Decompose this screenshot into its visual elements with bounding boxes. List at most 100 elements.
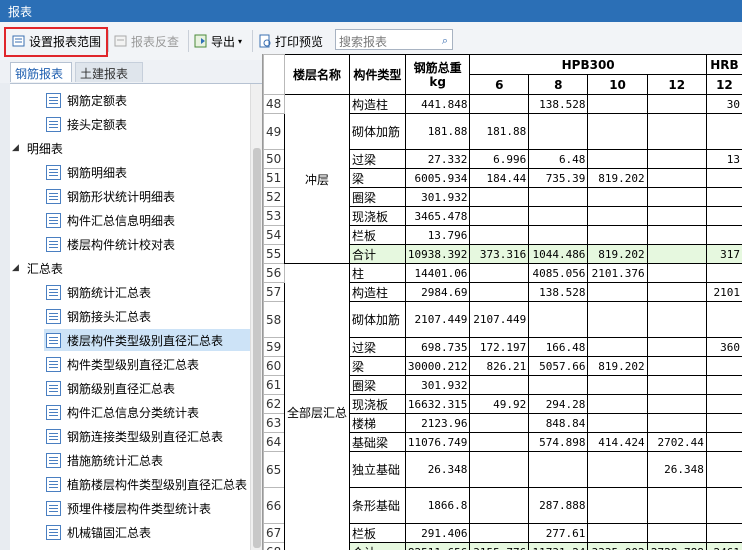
component-type-cell[interactable]: 过梁 — [348, 337, 406, 357]
component-type-cell[interactable]: 合计 — [348, 542, 406, 550]
component-type-cell[interactable]: 基础梁 — [348, 432, 406, 452]
row-number[interactable]: 51 — [263, 168, 285, 188]
total-weight-cell[interactable]: 14401.06 — [404, 263, 471, 283]
value-cell-d6[interactable]: 49.92 — [469, 394, 530, 414]
row-number[interactable]: 60 — [263, 356, 285, 376]
component-type-cell[interactable]: 独立基础 — [348, 451, 406, 488]
value-cell-d12[interactable] — [646, 337, 707, 357]
tree-item[interactable]: 钢筋级别直径汇总表 — [46, 377, 175, 399]
total-weight-cell[interactable]: 10938.392 — [404, 244, 471, 264]
component-type-cell[interactable]: 楼梯 — [348, 413, 406, 433]
row-number[interactable]: 66 — [263, 487, 285, 524]
value-cell-d6[interactable]: 826.21 — [469, 356, 530, 376]
value-cell-d8[interactable] — [528, 375, 589, 395]
value-cell-d8[interactable]: 574.898 — [528, 432, 589, 452]
value-cell-d6[interactable] — [469, 523, 530, 543]
tree-item[interactable]: 机械锚固汇总表 — [46, 521, 151, 543]
value-cell-h12[interactable] — [705, 375, 742, 395]
value-cell-d6[interactable]: 6.996 — [469, 149, 530, 169]
value-cell-d10[interactable] — [587, 225, 648, 245]
value-cell-d12[interactable] — [646, 413, 707, 433]
value-cell-d6[interactable]: 373.316 — [469, 244, 530, 264]
value-cell-d10[interactable] — [587, 375, 648, 395]
value-cell-d12[interactable]: 2728.788 — [646, 542, 707, 550]
row-number[interactable]: 53 — [263, 206, 285, 226]
value-cell-d6[interactable]: 184.44 — [469, 168, 530, 188]
total-weight-cell[interactable]: 27.332 — [404, 149, 471, 169]
value-cell-d10[interactable] — [587, 413, 648, 433]
component-type-cell[interactable]: 砌体加筋 — [348, 113, 406, 150]
total-weight-cell[interactable]: 2107.449 — [404, 301, 471, 338]
tree-item[interactable]: 楼层构件统计校对表 — [46, 233, 175, 255]
tree-item[interactable]: 接头定额表 — [46, 113, 127, 135]
value-cell-d10[interactable] — [587, 187, 648, 207]
component-type-cell[interactable]: 构造柱 — [348, 94, 406, 114]
component-type-cell[interactable]: 梁 — [348, 168, 406, 188]
total-weight-cell[interactable]: 698.735 — [404, 337, 471, 357]
value-cell-d10[interactable]: 3335.002 — [587, 542, 648, 550]
value-cell-h12[interactable] — [705, 113, 742, 150]
export-button[interactable]: 导出 ▾ — [194, 31, 242, 51]
total-weight-cell[interactable]: 6005.934 — [404, 168, 471, 188]
value-cell-d8[interactable]: 5057.66 — [528, 356, 589, 376]
value-cell-d8[interactable]: 6.48 — [528, 149, 589, 169]
value-cell-h12[interactable] — [705, 187, 742, 207]
row-number[interactable]: 56 — [263, 263, 285, 283]
row-number[interactable]: 50 — [263, 149, 285, 169]
row-number[interactable]: 65 — [263, 451, 285, 488]
value-cell-d8[interactable]: 138.528 — [528, 94, 589, 114]
value-cell-d10[interactable] — [587, 206, 648, 226]
row-number[interactable]: 55 — [263, 244, 285, 264]
component-type-cell[interactable]: 合计 — [348, 244, 406, 264]
row-number[interactable]: 61 — [263, 375, 285, 395]
value-cell-d6[interactable] — [469, 187, 530, 207]
component-type-cell[interactable]: 砌体加筋 — [348, 301, 406, 338]
row-number[interactable]: 54 — [263, 225, 285, 245]
value-cell-h12[interactable]: 13 — [705, 149, 742, 169]
value-cell-d12[interactable] — [646, 94, 707, 114]
total-weight-cell[interactable]: 301.932 — [404, 375, 471, 395]
table-row[interactable]: 56 全部层汇总柱 14401.06 4085.056 2101.376 — [263, 263, 742, 550]
value-cell-h12[interactable] — [705, 487, 742, 524]
component-type-cell[interactable]: 栏板 — [348, 225, 406, 245]
value-cell-d10[interactable]: 2101.376 — [587, 263, 648, 283]
tree-group[interactable]: ◢ 明细表 — [12, 137, 63, 159]
row-number[interactable]: 58 — [263, 301, 285, 338]
value-cell-d10[interactable] — [587, 523, 648, 543]
row-number[interactable]: 52 — [263, 187, 285, 207]
floor-name-cell[interactable]: 冲层 — [283, 94, 350, 264]
component-type-cell[interactable]: 梁 — [348, 356, 406, 376]
value-cell-d8[interactable] — [528, 225, 589, 245]
row-number[interactable]: 59 — [263, 337, 285, 357]
total-weight-cell[interactable]: 16632.315 — [404, 394, 471, 414]
value-cell-h12[interactable] — [705, 394, 742, 414]
value-cell-d12[interactable] — [646, 187, 707, 207]
value-cell-d8[interactable]: 287.888 — [528, 487, 589, 524]
tree-item[interactable]: 钢筋连接类型级别直径汇总表 — [46, 425, 223, 447]
value-cell-h12[interactable] — [705, 432, 742, 452]
value-cell-d8[interactable]: 848.84 — [528, 413, 589, 433]
tree-item[interactable]: 构件类型级别直径汇总表 — [46, 353, 199, 375]
value-cell-d8[interactable]: 166.48 — [528, 337, 589, 357]
row-number[interactable]: 68 — [263, 542, 285, 550]
tree-item[interactable]: 构件汇总信息分类统计表 — [46, 401, 199, 423]
row-number[interactable]: 48 — [263, 94, 285, 114]
value-cell-d6[interactable]: 181.88 — [469, 113, 530, 150]
value-cell-h12[interactable] — [705, 523, 742, 543]
value-cell-h12[interactable] — [705, 168, 742, 188]
total-weight-cell[interactable]: 82511.656 — [404, 542, 471, 550]
value-cell-d10[interactable]: 819.202 — [587, 244, 648, 264]
value-cell-d10[interactable]: 414.424 — [587, 432, 648, 452]
tab-rebar-report[interactable]: 钢筋报表量 — [10, 62, 72, 98]
print-preview-button[interactable]: 打印预览 — [258, 31, 323, 51]
value-cell-d10[interactable] — [587, 451, 648, 488]
scrollbar-thumb[interactable] — [253, 148, 261, 548]
value-cell-d10[interactable] — [587, 394, 648, 414]
tree-group[interactable]: ◢ 汇总表 — [12, 257, 63, 279]
value-cell-d10[interactable] — [587, 149, 648, 169]
value-cell-d8[interactable]: 294.28 — [528, 394, 589, 414]
total-weight-cell[interactable]: 441.848 — [404, 94, 471, 114]
tree-item[interactable]: 预埋件楼层构件类型统计表 — [46, 497, 211, 519]
value-cell-d8[interactable] — [528, 113, 589, 150]
row-number[interactable]: 57 — [263, 282, 285, 302]
